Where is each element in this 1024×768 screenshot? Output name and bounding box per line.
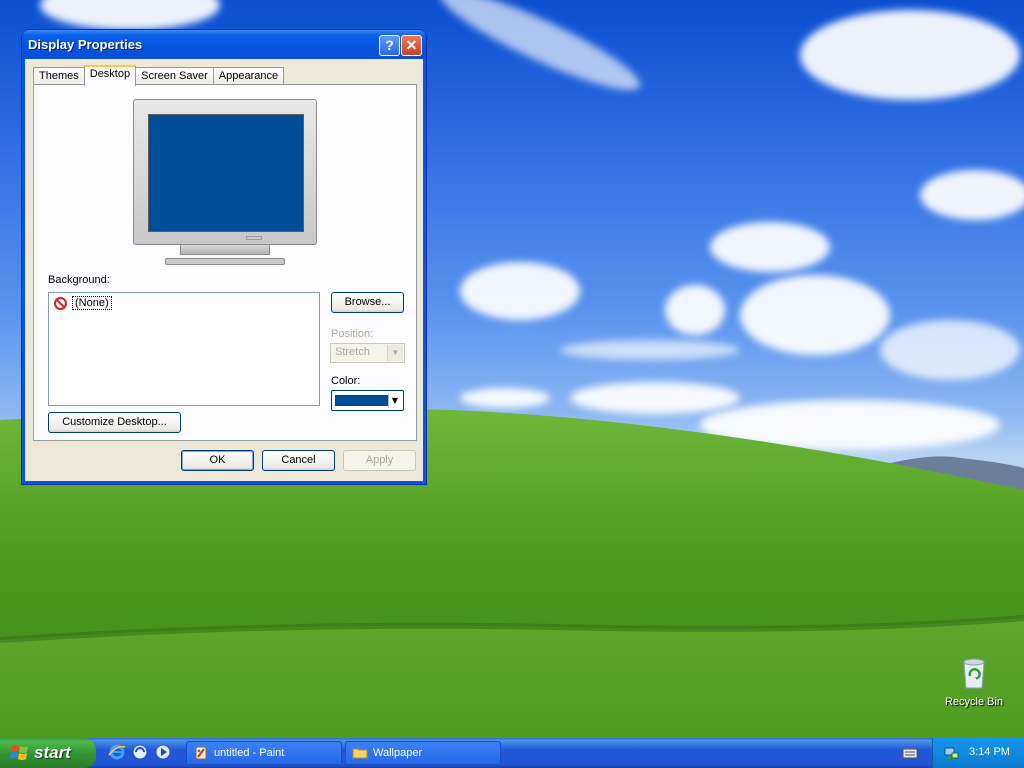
folder-icon xyxy=(352,745,368,761)
background-label: Background: xyxy=(48,274,110,286)
list-item[interactable]: (None) xyxy=(54,296,112,310)
tab-screen-saver[interactable]: Screen Saver xyxy=(135,67,214,85)
list-item-label: (None) xyxy=(72,296,112,310)
desktop-icon-label: Recycle Bin xyxy=(944,696,1004,708)
close-button[interactable]: ✕ xyxy=(401,35,422,56)
preview-screen xyxy=(148,114,304,232)
position-value: Stretch xyxy=(335,346,370,358)
monitor-preview xyxy=(131,99,319,269)
start-label: start xyxy=(34,743,71,762)
color-label: Color: xyxy=(331,375,361,387)
position-dropdown[interactable]: Stretch ▼ xyxy=(330,343,405,363)
background-listbox[interactable]: (None) xyxy=(48,292,320,406)
chevron-down-icon: ▼ xyxy=(387,345,403,361)
power-button-icon xyxy=(246,236,262,240)
keyboard-icon[interactable] xyxy=(902,746,918,760)
taskbar: start untitled - Paint Wallpaper 3:14 PM xyxy=(0,738,1024,768)
taskbar-button-label: Wallpaper xyxy=(373,747,423,759)
tab-themes[interactable]: Themes xyxy=(33,67,85,85)
desktop-icon-recycle-bin[interactable]: Recycle Bin xyxy=(938,656,1010,708)
color-picker-button[interactable]: ▼ xyxy=(331,390,404,411)
network-icon[interactable] xyxy=(943,745,959,761)
help-button[interactable]: ? xyxy=(379,35,400,56)
dialog-client-area: Themes Desktop Screen Saver Appearance B… xyxy=(25,59,423,481)
clock[interactable]: 3:14 PM xyxy=(969,746,1010,758)
taskbar-button-wallpaper[interactable]: Wallpaper xyxy=(345,741,501,765)
windows-flag-icon xyxy=(10,743,30,763)
taskbar-button-label: untitled - Paint xyxy=(214,747,285,759)
system-tray: 3:14 PM xyxy=(932,738,1024,768)
monitor-bezel xyxy=(133,99,317,245)
desktop-tab-panel: Background: (None) Browse... Position: S… xyxy=(33,84,417,441)
browse-button[interactable]: Browse... xyxy=(331,292,404,313)
window-title: Display Properties xyxy=(28,37,143,52)
color-swatch xyxy=(335,395,388,406)
paint-icon xyxy=(193,745,209,761)
media-player-icon[interactable] xyxy=(154,743,172,761)
tab-appearance[interactable]: Appearance xyxy=(212,67,285,85)
customize-desktop-button[interactable]: Customize Desktop... xyxy=(48,412,181,433)
none-icon xyxy=(54,296,67,310)
chevron-down-icon: ▼ xyxy=(388,393,401,408)
ok-button[interactable]: OK xyxy=(181,450,254,471)
start-button[interactable]: start xyxy=(0,738,96,768)
internet-explorer-icon[interactable] xyxy=(108,743,126,761)
title-bar[interactable]: Display Properties ? ✕ xyxy=(22,30,426,59)
taskbar-button-paint[interactable]: untitled - Paint xyxy=(186,741,342,765)
apply-button[interactable]: Apply xyxy=(343,450,416,471)
display-properties-window: Display Properties ? ✕ Themes Desktop Sc… xyxy=(22,30,426,484)
tab-desktop[interactable]: Desktop xyxy=(83,65,137,86)
cancel-button[interactable]: Cancel xyxy=(262,450,335,471)
tab-strip: Themes Desktop Screen Saver Appearance xyxy=(33,65,285,86)
recycle-bin-icon xyxy=(958,656,990,690)
outlook-express-icon[interactable] xyxy=(131,743,149,761)
position-label: Position: xyxy=(331,328,374,340)
